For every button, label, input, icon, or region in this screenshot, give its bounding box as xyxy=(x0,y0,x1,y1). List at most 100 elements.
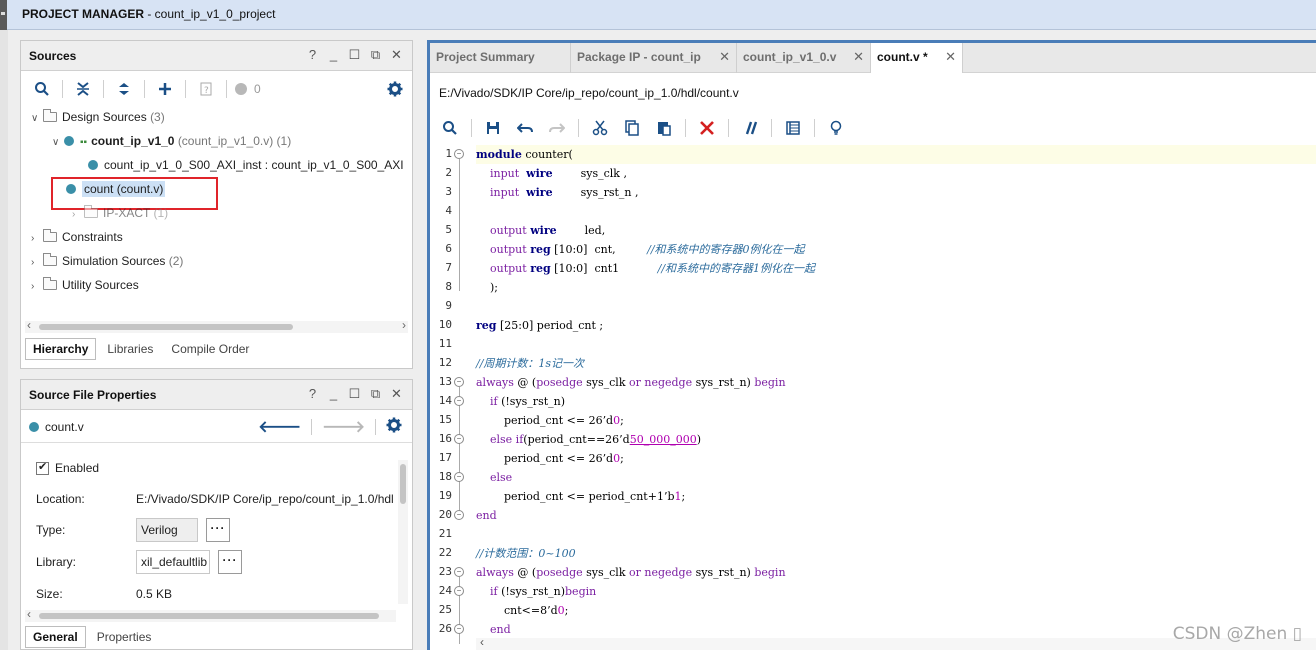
tree-top-module[interactable]: ∨ ▪▪ count_ip_v1_0 (count_ip_v1_0.v) (1) xyxy=(52,130,291,152)
minimize-icon[interactable]: _ xyxy=(326,47,341,63)
close-icon[interactable]: ✕ xyxy=(853,43,864,71)
scroll-thumb[interactable] xyxy=(400,464,406,504)
tree-simulation[interactable]: › Simulation Sources (2) xyxy=(31,250,183,272)
help-icon[interactable]: ? xyxy=(305,386,320,402)
code-editor[interactable]: 1 2 3 4 5 6 7 8 9 10 11 12 13 14 15 16 1… xyxy=(430,144,1316,644)
code-line[interactable]: else xyxy=(476,468,1316,487)
code-line[interactable]: cnt<=8’d0; xyxy=(476,601,1316,620)
fold-toggle-icon[interactable]: − xyxy=(454,624,464,634)
collapse-handle[interactable] xyxy=(0,0,7,30)
float-icon[interactable]: ⧉ xyxy=(368,47,383,63)
tree-ipxact[interactable]: › IP-XACT (1) xyxy=(72,202,168,224)
close-icon[interactable]: ✕ xyxy=(945,43,956,71)
tab-hierarchy[interactable]: Hierarchy xyxy=(25,338,97,360)
save-icon[interactable] xyxy=(479,117,507,139)
fold-toggle-icon[interactable]: − xyxy=(454,434,464,444)
code-line[interactable]: output reg [10:0] cnt, //和系统中的寄存器0例化在一起 xyxy=(476,240,1316,259)
tab-count-v[interactable]: count.v * ✕ xyxy=(871,43,963,73)
tree-constraints[interactable]: › Constraints xyxy=(31,226,123,248)
code-line[interactable]: output reg [10:0] cnt1 //和系统中的寄存器1例化在一起 xyxy=(476,259,1316,278)
close-icon[interactable]: ✕ xyxy=(389,47,404,63)
lightbulb-icon[interactable] xyxy=(822,117,850,139)
tree-design-sources[interactable]: ∨ Design Sources (3) xyxy=(31,106,165,128)
close-icon[interactable]: ✕ xyxy=(389,386,404,402)
back-arrow-icon[interactable]: 🡐 xyxy=(258,416,301,437)
fold-toggle-icon[interactable]: − xyxy=(454,510,464,520)
search-icon[interactable] xyxy=(29,78,55,100)
type-more-button[interactable]: ··· xyxy=(206,518,230,542)
scroll-thumb[interactable] xyxy=(39,613,379,619)
chevron-right-icon[interactable]: › xyxy=(72,204,84,226)
delete-icon[interactable] xyxy=(693,117,721,139)
code-line[interactable]: period_cnt <= period_cnt+1’b1; xyxy=(476,487,1316,506)
comment-toggle-icon[interactable] xyxy=(736,117,764,139)
redo-icon[interactable] xyxy=(543,117,571,139)
code-line[interactable]: reg [25:0] period_cnt ; xyxy=(476,316,1316,335)
help-icon[interactable]: ? xyxy=(305,47,320,63)
search-icon[interactable] xyxy=(436,117,464,139)
code-line[interactable]: always @ (posedge sys_clk or negedge sys… xyxy=(476,373,1316,392)
fold-toggle-icon[interactable]: − xyxy=(454,377,464,387)
file-properties-icon[interactable]: ? xyxy=(193,78,219,100)
properties-vscrollbar[interactable] xyxy=(398,460,408,604)
enabled-checkbox[interactable] xyxy=(36,460,49,475)
tab-libraries[interactable]: Libraries xyxy=(100,339,160,359)
fold-toggle-icon[interactable]: − xyxy=(454,396,464,406)
code-line[interactable]: if (!sys_rst_n) xyxy=(476,392,1316,411)
forward-arrow-icon[interactable]: 🡒 xyxy=(322,416,365,437)
tab-properties[interactable]: Properties xyxy=(90,627,159,647)
close-icon[interactable]: ✕ xyxy=(719,43,730,71)
chevron-down-icon[interactable]: ∨ xyxy=(52,132,64,154)
tab-general[interactable]: General xyxy=(25,626,86,648)
code-line[interactable]: ); xyxy=(476,278,1316,297)
gear-icon[interactable] xyxy=(382,78,408,100)
code-line[interactable]: input wire sys_clk , xyxy=(476,164,1316,183)
copy-icon[interactable] xyxy=(618,117,646,139)
paste-icon[interactable] xyxy=(650,117,678,139)
code-line[interactable]: end xyxy=(476,506,1316,525)
code-line[interactable]: output wire led, xyxy=(476,221,1316,240)
scroll-left-icon[interactable]: ‹ xyxy=(27,607,31,621)
code-line[interactable]: //周期计数：1s记一次 xyxy=(476,354,1316,373)
code-line[interactable]: always @ (posedge sys_clk or negedge sys… xyxy=(476,563,1316,582)
chevron-right-icon[interactable]: › xyxy=(31,228,43,250)
code-line[interactable]: module counter( xyxy=(476,145,1316,164)
undo-icon[interactable] xyxy=(511,117,539,139)
collapse-all-icon[interactable] xyxy=(70,78,96,100)
scroll-right-icon[interactable]: › xyxy=(402,318,406,332)
tree-utility[interactable]: › Utility Sources xyxy=(31,274,139,296)
maximize-icon[interactable]: ☐ xyxy=(347,47,362,63)
tab-count-ip-v1-0[interactable]: count_ip_v1_0.v ✕ xyxy=(737,43,871,73)
tab-package-ip[interactable]: Package IP - count_ip ✕ xyxy=(571,43,737,73)
scroll-thumb[interactable] xyxy=(39,324,293,330)
code-line[interactable]: if (!sys_rst_n)begin xyxy=(476,582,1316,601)
code-line[interactable]: //计数范围：0~100 xyxy=(476,544,1316,563)
gear-icon[interactable] xyxy=(386,417,402,436)
cut-icon[interactable] xyxy=(586,117,614,139)
minimize-icon[interactable]: _ xyxy=(326,386,341,402)
code-line[interactable]: input wire sys_rst_n , xyxy=(476,183,1316,202)
library-more-button[interactable]: ··· xyxy=(218,550,242,574)
chevron-down-icon[interactable]: ∨ xyxy=(31,108,43,130)
float-icon[interactable]: ⧉ xyxy=(368,386,383,402)
add-sources-icon[interactable] xyxy=(152,78,178,100)
properties-hscrollbar[interactable]: ‹ xyxy=(25,607,396,622)
chevron-right-icon[interactable]: › xyxy=(31,252,43,274)
scroll-left-icon[interactable]: ‹ xyxy=(27,318,31,332)
template-icon[interactable] xyxy=(779,117,807,139)
maximize-icon[interactable]: ☐ xyxy=(347,386,362,402)
chevron-right-icon[interactable]: › xyxy=(31,276,43,298)
code-line[interactable]: period_cnt <= 26’d0; xyxy=(476,411,1316,430)
fold-toggle-icon[interactable]: − xyxy=(454,586,464,596)
tab-compile-order[interactable]: Compile Order xyxy=(164,339,256,359)
expand-all-icon[interactable] xyxy=(111,78,137,100)
fold-toggle-icon[interactable]: − xyxy=(454,567,464,577)
tree-instance[interactable]: count_ip_v1_0_S00_AXI_inst : count_ip_v1… xyxy=(88,154,408,176)
fold-toggle-icon[interactable]: − xyxy=(454,149,464,159)
code-line[interactable]: period_cnt <= 26’d0; xyxy=(476,449,1316,468)
scroll-left-icon[interactable]: ‹ xyxy=(480,635,484,649)
sources-hscrollbar[interactable]: ‹ › xyxy=(25,318,408,333)
code-line[interactable]: else if(period_cnt==26’d50_000_000) xyxy=(476,430,1316,449)
fold-toggle-icon[interactable]: − xyxy=(454,472,464,482)
tab-project-summary[interactable]: Project Summary xyxy=(430,43,571,73)
